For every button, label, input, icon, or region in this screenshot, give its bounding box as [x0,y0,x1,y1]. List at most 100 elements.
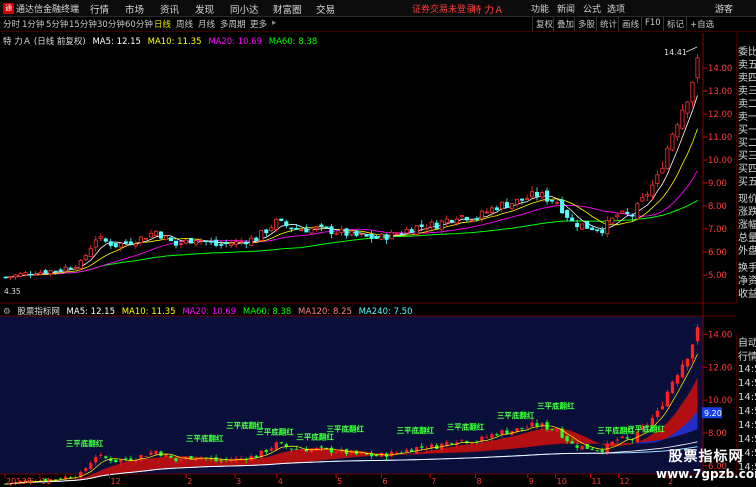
candle-body [374,236,379,239]
candle-body [690,81,695,103]
chart-canvas[interactable]: 5.00 6.00 7.00 8.00 9.00 10.00 11.00 12.00 13.00… [0,0,756,487]
quote-label: 收益 [738,289,756,300]
candle-body [499,201,504,209]
signal-label: 三平底翻红 [326,423,364,433]
candle-body [244,241,249,245]
candle-body [183,239,189,244]
ind-candle-body [445,442,449,445]
high-price-label: 14.41 [664,48,687,57]
candle-body [254,237,259,241]
candle-body [469,219,474,222]
candle-body [103,238,108,242]
x-tick-label: 8 [476,477,481,486]
candle-body [359,233,364,236]
candle-body [560,199,565,214]
main-chart-legend: 特 力Ａ (日线 前复权) MA5: 12.15 MA10: 11.35 MA2… [3,35,321,47]
candle-body [655,174,660,184]
candle-body [163,235,168,241]
candle-body [214,239,219,246]
candle-body [394,233,399,236]
x-tick-label: 4 [278,477,283,486]
ind-candle-body [174,458,178,461]
candle-body [464,216,469,221]
ind-candle-body [535,423,539,427]
ind-candle-body [89,463,93,470]
watermark-line1: 股票指标网 [668,449,744,465]
candle-body [519,198,525,201]
candle-body [63,266,68,272]
candle-body [304,228,309,233]
ind-candle-body [695,327,700,342]
candle-body [324,226,329,229]
ind-candle-body [520,427,524,429]
candle-body [168,237,174,242]
y-tick-label: 10.00 [708,156,732,166]
ind-candle-body [620,436,624,439]
y-tick-label: 6.00 [708,248,727,258]
candle-body [620,210,625,214]
ind-candle-body [104,456,108,459]
y-tick-label: 5.00 [708,271,727,281]
candle-body [565,210,570,218]
ind-candle-body [154,451,158,454]
candle-body [158,231,163,239]
candle-body [514,198,520,205]
candle-body [178,243,184,245]
candle-body [334,232,339,235]
candle-body [590,227,595,231]
ind-candle-body [394,452,399,454]
x-tick-label: 12 [111,477,121,486]
ind-legend-ma10: MA10: 11.35 [121,307,176,317]
y-tick-label: 8.00 [708,202,727,212]
y-tick-label: 9.00 [708,179,727,189]
candle-body [484,211,489,214]
candle-body [489,207,494,213]
ind-y-tick-label: 12.00 [708,363,732,373]
signal-label: 三平底翻红 [627,423,665,433]
candle-body [314,226,319,230]
x-tick-label: 5 [337,477,342,486]
ind-candle-body [214,457,218,462]
candle-body [28,273,33,276]
ind-candle-body [625,437,629,439]
candle-body [449,219,454,223]
candle-body [339,228,344,233]
candle-body [299,229,304,232]
candle-body [279,218,284,221]
x-tick-label: 12 [619,477,629,486]
ind-candle-body [590,448,594,450]
ind-candle-body [269,448,273,451]
settings-gear-icon[interactable]: ⚙ [3,307,11,317]
signal-label: 三平底翻红 [186,433,224,443]
ind-candle-body [575,445,579,448]
candle-body [58,269,63,272]
ind-candle-body [580,445,584,450]
ind-legend-ma120: MA120: 8.25 [298,307,352,317]
ind-candle-body [680,364,685,378]
candle-body [459,215,464,218]
candle-body [269,227,274,232]
candle-body [625,211,630,215]
candle-body [680,109,685,129]
legend-ma10: MA10: 11.35 [147,37,202,47]
candle-body [444,218,449,224]
candle-body [98,236,103,239]
candle-body [309,228,314,234]
candle-body [88,247,93,258]
candle-body [349,230,354,236]
watermark: 股票指标网 www.7gpzb.com [656,448,756,487]
candle-body [660,167,665,174]
x-tick-label: 10 [557,477,567,486]
candle-body [580,223,585,230]
signal-label: 三平底翻红 [256,427,294,437]
ind-candle-body [169,455,173,458]
candle-body [424,227,429,230]
candle-body [23,272,28,276]
indicator-title[interactable]: 股票指标网 [17,307,60,317]
ind-y-tick-label: 10.00 [708,396,732,406]
candle-body [8,276,13,278]
candle-body [18,273,23,277]
candle-body [545,190,550,202]
candle-body [113,243,118,248]
candle-body [194,240,199,245]
